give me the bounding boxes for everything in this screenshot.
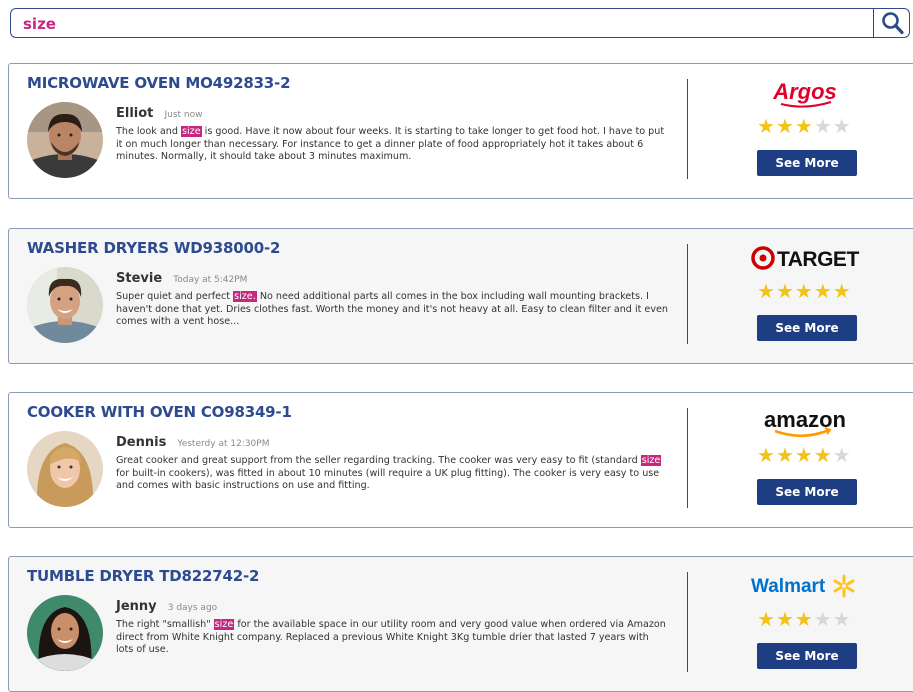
star-icon: ★ (775, 279, 795, 303)
review-text: The right "smallish" size for the availa… (116, 619, 666, 655)
retailer-name: TARGET (777, 248, 859, 271)
star-icon: ★ (757, 279, 776, 303)
divider (687, 572, 688, 672)
star-icon: ★ (775, 114, 795, 138)
review-card: COOKER WITH OVEN CO98349-1 Dennis Yester… (8, 392, 913, 528)
search-highlight: size (640, 455, 662, 466)
star-icon: ★ (832, 114, 852, 138)
avatar (27, 267, 103, 343)
star-icon: ★ (794, 607, 814, 631)
star-icon: ★ (832, 443, 852, 467)
search-highlight: size (181, 126, 202, 137)
review-time: 3 days ago (167, 603, 218, 613)
review-time: Yesterdy at 12:30PM (177, 439, 270, 449)
product-title[interactable]: MICROWAVE OVEN MO492833-2 (27, 74, 291, 92)
search-highlight: size. (233, 291, 257, 302)
divider (687, 408, 688, 508)
divider (687, 79, 688, 179)
walmart-spark-icon (833, 574, 855, 598)
star-rating: ★★★★★ (757, 443, 852, 467)
argos-logo: Argos (729, 74, 879, 108)
product-title[interactable]: TUMBLE DRYER TD822742-2 (27, 567, 259, 585)
see-more-button[interactable]: See More (757, 315, 857, 341)
walmart-logo: Walmart (729, 567, 879, 601)
reviewer-name: Stevie (116, 271, 163, 286)
star-icon: ★ (794, 443, 814, 467)
review-card: WASHER DRYERS WD938000-2 Stevie Today at… (8, 228, 913, 364)
reviewer-name: Dennis (116, 435, 167, 450)
review-text: Great cooker and great support from the … (116, 455, 662, 491)
reviewer-name: Elliot (116, 106, 154, 121)
search-highlight: size (213, 619, 235, 630)
star-rating: ★★★★★ (757, 607, 852, 631)
star-icon: ★ (813, 279, 833, 303)
review-card: MICROWAVE OVEN MO492833-2 Elliot Just no… (8, 63, 913, 199)
reviewer-name: Jenny (116, 599, 157, 614)
retailer-name: amazon (764, 407, 846, 432)
star-icon: ★ (813, 443, 833, 467)
avatar (27, 431, 103, 507)
reviewer-meta: Jenny 3 days ago (116, 595, 217, 614)
search-bar (10, 8, 910, 38)
review-time: Today at 5:42PM (173, 275, 248, 285)
see-more-button[interactable]: See More (757, 479, 857, 505)
star-icon: ★ (757, 443, 776, 467)
retailer-name: Walmart (751, 576, 826, 597)
review-text: The look and size is good. Have it now a… (116, 126, 665, 162)
target-logo: TARGET (729, 239, 879, 273)
star-icon: ★ (832, 279, 852, 303)
review-time: Just now (164, 110, 203, 120)
product-title[interactable]: WASHER DRYERS WD938000-2 (27, 239, 280, 257)
star-icon: ★ (794, 114, 814, 138)
divider (687, 244, 688, 344)
avatar (27, 102, 103, 178)
reviewer-meta: Elliot Just now (116, 102, 203, 121)
star-icon: ★ (813, 607, 833, 631)
search-icon (882, 12, 904, 35)
star-icon: ★ (794, 279, 814, 303)
star-icon: ★ (757, 607, 776, 631)
search-input[interactable] (23, 14, 843, 34)
star-rating: ★★★★★ (757, 114, 852, 138)
avatar (27, 595, 103, 671)
review-text: Super quiet and perfect size. No need ad… (116, 291, 668, 327)
reviewer-meta: Dennis Yesterdy at 12:30PM (116, 431, 269, 450)
product-title[interactable]: COOKER WITH OVEN CO98349-1 (27, 403, 292, 421)
search-divider (873, 9, 874, 37)
retailer-name: Argos (772, 79, 837, 104)
search-button[interactable] (879, 10, 907, 36)
reviewer-meta: Stevie Today at 5:42PM (116, 267, 247, 286)
star-icon: ★ (832, 607, 852, 631)
star-icon: ★ (757, 114, 776, 138)
see-more-button[interactable]: See More (757, 150, 857, 176)
star-icon: ★ (775, 607, 795, 631)
see-more-button[interactable]: See More (757, 643, 857, 669)
star-icon: ★ (813, 114, 833, 138)
star-rating: ★★★★★ (757, 279, 852, 303)
star-icon: ★ (775, 443, 795, 467)
review-card: TUMBLE DRYER TD822742-2 Jenny 3 days ago… (8, 556, 913, 692)
amazon-logo: amazon (729, 403, 879, 438)
